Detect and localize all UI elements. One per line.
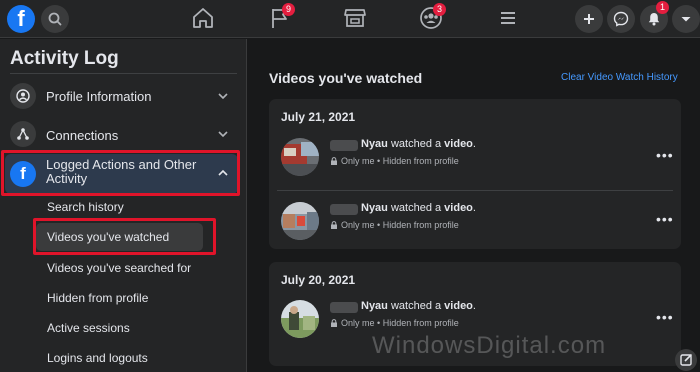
account-button[interactable] <box>672 5 700 33</box>
privacy-label: Only me <box>341 156 375 166</box>
lock-icon <box>331 221 337 229</box>
hidden-label: Hidden from profile <box>382 318 459 328</box>
facebook-logo-letter: f <box>17 6 25 31</box>
highlight-box-videos-watched <box>33 218 216 255</box>
blurred-name <box>330 204 358 215</box>
flag-badge: 9 <box>282 3 295 16</box>
facebook-logo[interactable]: f <box>7 5 35 33</box>
category-profile-information[interactable]: Profile Information <box>0 83 247 109</box>
marketplace-tab[interactable] <box>343 6 369 32</box>
blurred-name <box>330 302 358 313</box>
entry-privacy: Only me • Hidden from profile <box>330 318 459 328</box>
bell-badge: 1 <box>656 1 669 14</box>
menu-tab[interactable] <box>496 6 522 32</box>
privacy-label: Only me <box>341 318 375 328</box>
plus-icon <box>584 14 594 24</box>
watermark: WindowsDigital.com <box>372 332 607 359</box>
date-card: July 21, 2021 Nyau watched a video. Only… <box>269 99 681 249</box>
card-date: July 20, 2021 <box>281 273 356 287</box>
sidebar-divider <box>10 73 237 74</box>
blurred-name <box>330 140 358 151</box>
search-icon <box>48 12 62 26</box>
top-navigation-bar: f 9 3 1 <box>0 0 700 38</box>
entry-name: Nyau <box>361 202 388 214</box>
video-thumbnail <box>281 138 319 176</box>
groups-tab[interactable]: 3 <box>419 3 446 32</box>
notifications-button[interactable]: 1 <box>640 1 669 33</box>
video-thumbnail <box>281 300 319 338</box>
entry-text: Nyau watched a video. <box>361 300 476 312</box>
share-nodes-icon <box>10 121 36 147</box>
entry-action: watched a <box>387 202 445 214</box>
activity-entry[interactable]: Nyau watched a video. Only me • Hidden f… <box>269 126 681 184</box>
highlight-box-category <box>1 150 240 196</box>
main-content: Videos you've watched Clear Video Watch … <box>248 39 700 372</box>
sidebar-title: Activity Log <box>10 48 119 69</box>
entry-end: . <box>472 138 476 150</box>
page-title: Videos you've watched <box>269 70 423 86</box>
activity-log-sidebar: Activity Log Profile Information Connect… <box>0 39 247 372</box>
entry-end: . <box>472 300 476 312</box>
category-label: Connections <box>46 128 119 143</box>
video-thumbnail <box>281 202 319 240</box>
sub-item-search-history[interactable]: Search history <box>47 200 124 214</box>
messenger-button[interactable] <box>607 5 635 33</box>
pages-tab[interactable]: 9 <box>268 3 295 32</box>
entry-object: video <box>444 138 473 150</box>
privacy-dot: • <box>377 318 381 328</box>
privacy-label: Only me <box>341 220 375 230</box>
clear-history-link[interactable]: Clear Video Watch History <box>561 72 678 83</box>
entry-object: video <box>444 202 473 214</box>
sub-item-logins-logouts[interactable]: Logins and logouts <box>47 351 148 365</box>
entry-action: watched a <box>387 300 445 312</box>
user-circle-icon <box>10 83 36 109</box>
entry-name: Nyau <box>361 300 388 312</box>
hidden-label: Hidden from profile <box>382 220 459 230</box>
home-icon <box>193 8 213 28</box>
entry-text: Nyau watched a video. <box>361 202 476 214</box>
store-icon <box>344 9 366 27</box>
privacy-dot: • <box>377 156 381 166</box>
category-connections[interactable]: Connections <box>0 121 247 147</box>
home-tab[interactable] <box>191 6 217 32</box>
lock-icon <box>331 319 337 327</box>
search-button[interactable] <box>41 5 69 33</box>
entry-end: . <box>472 202 476 214</box>
new-message-button[interactable] <box>675 349 697 371</box>
messenger-icon <box>613 11 629 27</box>
card-date: July 21, 2021 <box>281 110 356 124</box>
more-options-icon[interactable]: ••• <box>656 212 674 226</box>
chevron-down-icon <box>218 131 228 138</box>
activity-entry[interactable]: Nyau watched a video. Only me • Hidden f… <box>269 190 681 248</box>
entry-name: Nyau <box>361 138 388 150</box>
sub-item-videos-searched[interactable]: Videos you've searched for <box>47 261 191 275</box>
chevron-down-icon <box>218 93 228 100</box>
more-options-icon[interactable]: ••• <box>656 148 674 162</box>
entry-privacy: Only me • Hidden from profile <box>330 156 459 166</box>
entry-action: watched a <box>387 138 445 150</box>
hamburger-icon <box>501 12 515 24</box>
lock-icon <box>331 157 337 165</box>
category-label: Profile Information <box>46 89 152 104</box>
privacy-dot: • <box>377 220 381 230</box>
entry-text: Nyau watched a video. <box>361 138 476 150</box>
hidden-label: Hidden from profile <box>382 156 459 166</box>
create-button[interactable] <box>575 5 603 33</box>
caret-down-icon <box>681 17 691 22</box>
entry-privacy: Only me • Hidden from profile <box>330 220 459 230</box>
entry-object: video <box>444 300 473 312</box>
compose-icon <box>680 353 693 366</box>
sub-item-hidden-from-profile[interactable]: Hidden from profile <box>47 291 148 305</box>
more-options-icon[interactable]: ••• <box>656 310 674 324</box>
sub-item-active-sessions[interactable]: Active sessions <box>47 321 130 335</box>
groups-badge: 3 <box>433 3 446 16</box>
